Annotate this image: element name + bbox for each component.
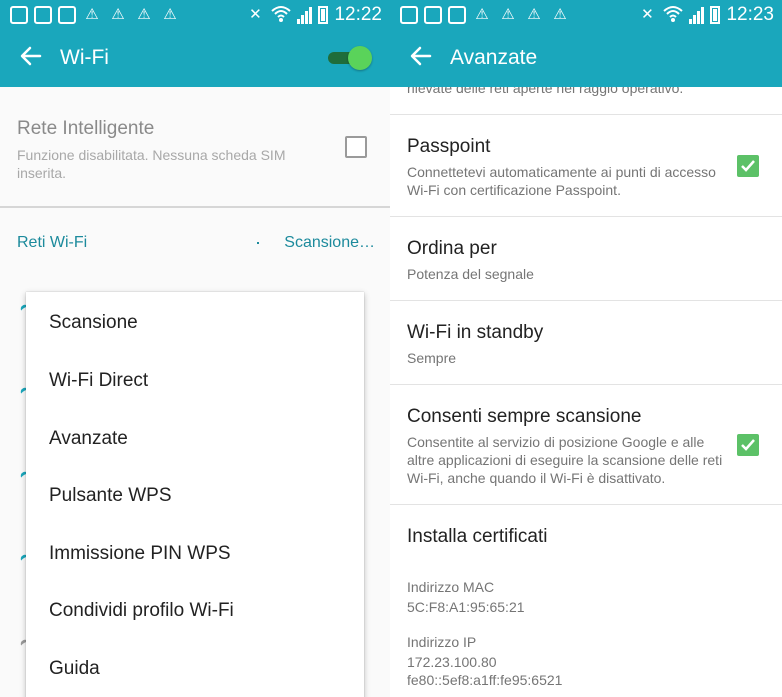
clock: 12:23 <box>726 4 774 25</box>
status-right: ✕ 12:22 <box>245 4 382 26</box>
page-title: Wi-Fi <box>60 46 109 69</box>
cell-signal-icon <box>297 6 313 24</box>
rete-subtitle: Funzione disabilitata. Nessuna scheda SI… <box>17 147 286 181</box>
scanning-status: Scansione… <box>284 234 375 251</box>
divider <box>0 206 390 208</box>
wifi-screen: ⚠ ⚠ ⚠ ⚠ ✕ 12:22 Wi-Fi Rete Intelligente … <box>0 0 390 697</box>
wifi-signal-icon <box>271 5 292 25</box>
menu-item-pin-wps[interactable]: Immissione PIN WPS <box>49 543 231 565</box>
ordina-setting[interactable]: Ordina per Potenza del segnale <box>390 216 782 300</box>
menu-item-pulsante-wps[interactable]: Pulsante WPS <box>49 485 172 507</box>
toggle-thumb <box>348 46 372 70</box>
passpoint-title: Passpoint <box>407 136 491 157</box>
passpoint-checkbox[interactable] <box>737 155 759 177</box>
consenti-setting[interactable]: Consenti sempre scansione Consentite al … <box>390 384 782 504</box>
image-icon <box>34 6 52 24</box>
standby-title: Wi-Fi in standby <box>407 322 544 343</box>
image-icon <box>424 6 442 24</box>
warning-icon: ⚠ <box>475 6 489 23</box>
warning-icon: ⚠ <box>527 6 541 23</box>
warning-icon: ⚠ <box>163 6 177 23</box>
overflow-menu: Scansione Wi-Fi Direct Avanzate Pulsante… <box>26 292 364 697</box>
status-right: ✕ 12:23 <box>637 4 774 26</box>
cell-signal-icon <box>689 6 705 24</box>
warning-icon: ⚠ <box>553 6 567 23</box>
advanced-screen: ⚠ ⚠ ⚠ ⚠ ✕ 12:23 rilevate delle reti aper… <box>390 0 782 697</box>
mac-value: 5C:F8:A1:95:65:21 <box>407 599 525 615</box>
chat-icon <box>10 6 28 24</box>
app-bar: Wi-Fi <box>0 30 390 87</box>
consenti-title: Consenti sempre scansione <box>407 406 642 427</box>
rete-intelligente-setting: Rete Intelligente Funzione disabilitata.… <box>17 118 317 182</box>
warning-icon: ⚠ <box>111 6 125 23</box>
menu-item-condividi[interactable]: Condividi profilo Wi-Fi <box>49 600 234 622</box>
standby-setting[interactable]: Wi-Fi in standby Sempre <box>390 300 782 384</box>
rete-checkbox[interactable] <box>345 136 367 158</box>
passpoint-subtitle: Connettetevi automaticamente ai punti di… <box>407 164 716 198</box>
back-arrow-icon[interactable] <box>408 43 434 69</box>
mac-label: Indirizzo MAC <box>407 579 495 595</box>
ip-value-v4: 172.23.100.80 <box>407 654 497 670</box>
installa-title: Installa certificati <box>407 526 548 547</box>
menu-item-scansione[interactable]: Scansione <box>49 312 138 334</box>
warning-icon: ⚠ <box>85 6 99 23</box>
ordina-subtitle: Potenza del segnale <box>407 266 534 282</box>
menu-item-guida[interactable]: Guida <box>49 658 100 680</box>
wifi-signal-icon <box>663 5 684 25</box>
progress-dot <box>257 242 259 244</box>
warning-icon: ⚠ <box>501 6 515 23</box>
ordina-title: Ordina per <box>407 238 497 259</box>
status-bar: ⚠ ⚠ ⚠ ⚠ ✕ 12:22 <box>0 0 390 30</box>
chat-icon <box>400 6 418 24</box>
menu-item-avanzate[interactable]: Avanzate <box>49 428 128 450</box>
gallery-icon <box>448 6 466 24</box>
app-bar: Avanzate <box>390 30 782 87</box>
rete-title: Rete Intelligente <box>17 118 155 139</box>
installa-setting[interactable]: Installa certificati <box>390 504 782 560</box>
ip-value-v6: fe80::5ef8:a1ff:fe95:6521 <box>407 672 563 688</box>
warning-icon: ⚠ <box>137 6 151 23</box>
mute-icon: ✕ <box>249 6 262 23</box>
mute-icon: ✕ <box>641 6 654 23</box>
consenti-subtitle: Consentite al servizio di posizione Goog… <box>407 434 723 486</box>
back-arrow-icon[interactable] <box>18 43 44 69</box>
reti-wifi-header: Reti Wi-Fi <box>17 234 88 251</box>
battery-icon <box>318 6 329 24</box>
mac-info: Indirizzo MAC 5C:F8:A1:95:65:21 <box>390 560 782 620</box>
ip-info: Indirizzo IP 172.23.100.80 fe80::5ef8:a1… <box>390 615 782 695</box>
wifi-toggle[interactable] <box>328 46 372 70</box>
gallery-icon <box>58 6 76 24</box>
menu-item-wifi-direct[interactable]: Wi-Fi Direct <box>49 370 148 392</box>
ip-label: Indirizzo IP <box>407 634 477 650</box>
battery-icon <box>710 6 721 24</box>
status-bar: ⚠ ⚠ ⚠ ⚠ ✕ 12:23 <box>390 0 782 30</box>
notification-icons: ⚠ ⚠ ⚠ ⚠ <box>400 5 570 25</box>
passpoint-setting[interactable]: Passpoint Connettetevi automaticamente a… <box>390 114 782 216</box>
standby-subtitle: Sempre <box>407 350 457 366</box>
page-title: Avanzate <box>450 46 538 69</box>
notification-icons: ⚠ ⚠ ⚠ ⚠ <box>10 5 180 25</box>
clock: 12:22 <box>334 4 382 25</box>
consenti-checkbox[interactable] <box>737 434 759 456</box>
